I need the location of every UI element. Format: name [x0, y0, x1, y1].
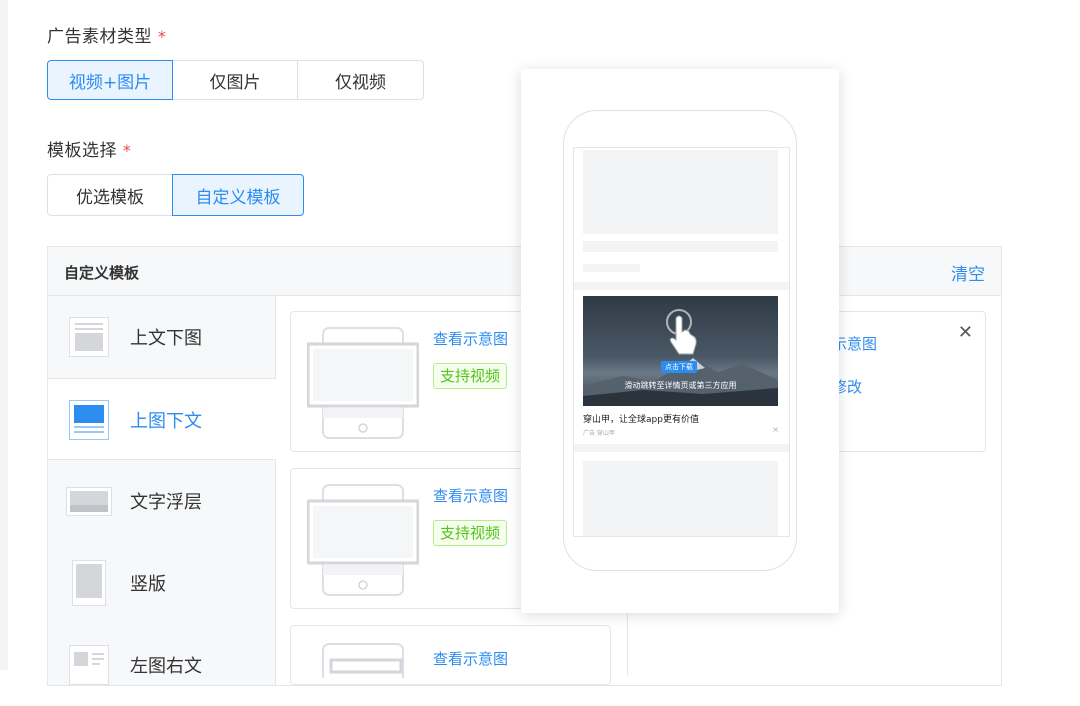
phone-screen: 点击下载 滑动跳转至详情页或第三方应用 穿山甲，让全球app更有价值 广告 穿山…: [573, 147, 790, 537]
sidebar-item-label: 左图右文: [130, 656, 202, 677]
vertical-icon: [72, 560, 106, 606]
text-top-image-bottom-icon: [69, 317, 109, 357]
view-example-link[interactable]: 查看示意图: [433, 648, 508, 669]
material-type-label-text: 广告素材类型: [47, 27, 152, 47]
sidebar-item-text-overlay[interactable]: 文字浮层: [48, 460, 275, 542]
template-option-preferred[interactable]: 优选模板: [47, 174, 173, 216]
ad-download-button: 点击下载: [661, 361, 697, 373]
video-support-badge: 支持视频: [433, 520, 508, 546]
tablet-preview-icon: [322, 643, 404, 678]
panel-title: 自定义模板: [64, 264, 140, 282]
sidebar-item-image-left-text-right[interactable]: 左图右文: [48, 624, 275, 706]
ad-close-icon: ×: [772, 425, 779, 434]
tablet-preview-icon: [307, 327, 419, 439]
video-support-badge: 支持视频: [433, 363, 508, 389]
image-top-text-bottom-icon: [69, 400, 109, 440]
example-preview-popover: 点击下载 滑动跳转至详情页或第三方应用 穿山甲，让全球app更有价值 广告 穿山…: [521, 69, 839, 613]
ad-caption: 滑动跳转至详情页或第三方应用: [624, 381, 737, 390]
feed-separator: [574, 444, 789, 452]
feed-separator: [574, 282, 789, 290]
skeleton-line: [583, 264, 640, 272]
sidebar-item-label: 上图下文: [130, 411, 202, 432]
material-type-label: 广告素材类型 *: [47, 22, 166, 47]
sidebar-item-vertical[interactable]: 竖版: [48, 542, 275, 624]
template-select-label: 模板选择 *: [47, 136, 131, 161]
page-left-edge: [0, 0, 8, 670]
ad-meta: 广告 穿山甲: [583, 430, 615, 437]
clear-button[interactable]: 清空: [951, 260, 985, 285]
skeleton-block: [583, 150, 778, 234]
material-option-video-image[interactable]: 视频+图片: [47, 60, 173, 100]
template-sidebar: 上文下图 上图下文 文字浮层 竖版 左图右文: [48, 296, 276, 685]
template-option-custom[interactable]: 自定义模板: [172, 174, 304, 216]
sidebar-item-label: 竖版: [130, 574, 166, 595]
sidebar-item-label: 上文下图: [130, 328, 202, 349]
ad-title: 穿山甲，让全球app更有价值: [583, 415, 699, 425]
view-example-link[interactable]: 查看示意图: [433, 328, 508, 349]
skeleton-line: [583, 241, 778, 252]
material-option-image-only[interactable]: 仅图片: [172, 60, 298, 100]
template-segmented: 优选模板 自定义模板: [47, 174, 304, 216]
ad-image: 点击下载 滑动跳转至详情页或第三方应用: [583, 296, 778, 406]
skeleton-block: [583, 461, 778, 536]
required-mark: *: [157, 27, 167, 46]
sidebar-item-label: 文字浮层: [130, 492, 202, 513]
close-icon[interactable]: ✕: [958, 322, 973, 343]
phone-mockup: 点击下载 滑动跳转至详情页或第三方应用 穿山甲，让全球app更有价值 广告 穿山…: [563, 110, 797, 571]
tablet-preview-icon: [307, 484, 419, 596]
sidebar-item-text-top-image-bottom[interactable]: 上文下图: [48, 296, 275, 378]
view-example-link[interactable]: 查看示意图: [433, 485, 508, 506]
template-card[interactable]: 查看示意图: [290, 625, 611, 685]
material-type-segmented: 视频+图片 仅图片 仅视频: [47, 60, 424, 100]
required-mark: *: [122, 141, 132, 160]
sidebar-item-image-top-text-bottom[interactable]: 上图下文: [48, 378, 276, 460]
swipe-hand-icon: [666, 309, 697, 355]
image-left-text-right-icon: [69, 645, 109, 685]
text-overlay-icon: [66, 487, 112, 516]
material-option-video-only[interactable]: 仅视频: [297, 60, 424, 100]
template-select-label-text: 模板选择: [47, 141, 117, 161]
